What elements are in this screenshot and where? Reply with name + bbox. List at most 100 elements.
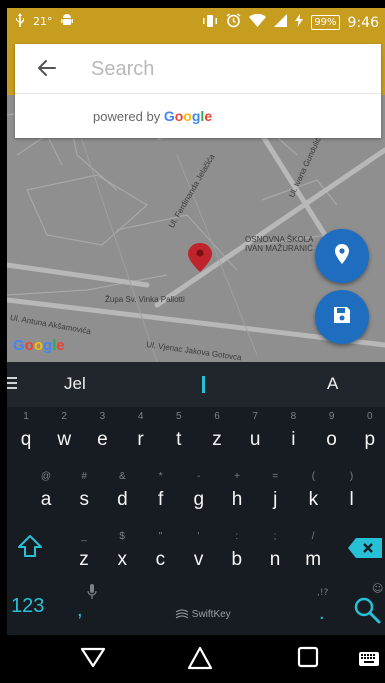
key-char: u [249, 429, 261, 450]
key-char: s [79, 489, 89, 510]
key-x[interactable]: $ x [104, 529, 140, 579]
key-hint: & [119, 471, 126, 482]
swiftkey-keyboard: Jel A 1 q 2 w 3 e 4 r 5 t 6 z 7 u 8 i 9 o 0 p @ a # s & d * f - g + h = j… [7, 362, 385, 635]
nav-keyboard-switch-icon[interactable] [359, 651, 379, 670]
map-poi-label: Župa Sv. Vinka Pallotti [105, 295, 185, 304]
punctuation-hint: ,!? [317, 588, 329, 598]
key-z[interactable]: 6z [199, 409, 235, 459]
key-char: l [349, 489, 354, 510]
powered-by-google: powered by Google [93, 108, 212, 124]
usb-icon [15, 13, 25, 30]
key-o[interactable]: 9o [314, 409, 350, 459]
key-hint: @ [40, 471, 52, 482]
key-hint: _ [81, 531, 87, 542]
key-hint: 0 [367, 411, 373, 422]
key-e[interactable]: 3e [84, 409, 120, 459]
key-p[interactable]: 0p [352, 409, 385, 459]
key-r[interactable]: 4r [123, 409, 159, 459]
key-hint: 9 [328, 411, 335, 422]
emoji-hint-icon: ☺ [372, 582, 384, 595]
suggestion-bar: Jel A [7, 362, 385, 407]
key-d[interactable]: & d [104, 469, 140, 519]
key-hint: 8 [290, 411, 297, 422]
key-char: x [117, 549, 127, 570]
key-w[interactable]: 2w [46, 409, 82, 459]
nav-recent-apps-icon[interactable] [297, 646, 319, 672]
key-c[interactable]: " c [142, 529, 178, 579]
swiftkey-logo-icon [175, 609, 189, 619]
key-hint: 1 [23, 411, 29, 422]
location-fab-button[interactable] [315, 229, 369, 283]
suggestion-left[interactable]: Jel [64, 374, 86, 394]
key-char: f [157, 489, 164, 510]
key-hint: 7 [252, 411, 258, 422]
key-char: g [193, 489, 205, 510]
shift-key-icon[interactable] [17, 533, 43, 559]
numbers-key[interactable]: 123 [11, 595, 44, 618]
key-z[interactable]: _ z [66, 529, 102, 579]
suggestion-right[interactable]: A [327, 374, 338, 394]
keyboard-menu-icon[interactable] [7, 377, 17, 392]
key-char: e [97, 429, 108, 450]
battery-indicator: 99% [311, 15, 340, 30]
key-hint: 3 [99, 411, 106, 422]
key-h[interactable]: + h [219, 469, 255, 519]
key-char: n [269, 549, 281, 570]
key-char: d [117, 489, 128, 510]
back-arrow-icon[interactable] [35, 56, 59, 80]
backspace-key-icon[interactable] [348, 538, 382, 558]
key-n[interactable]: ; n [257, 529, 293, 579]
key-q[interactable]: 1q [8, 409, 44, 459]
key-i[interactable]: 8i [275, 409, 311, 459]
key-hint: / [311, 531, 315, 542]
key-hint: 4 [137, 411, 144, 422]
key-a[interactable]: @ a [28, 469, 64, 519]
key-hint: 2 [61, 411, 67, 422]
keyboard-search-key-icon[interactable] [352, 595, 382, 625]
search-row [15, 44, 381, 94]
nav-back-icon[interactable] [80, 646, 106, 672]
key-hint: ' [197, 531, 200, 542]
navigation-bar [7, 635, 385, 683]
key-j[interactable]: = j [257, 469, 293, 519]
key-char: o [326, 429, 337, 450]
key-char: h [231, 489, 243, 510]
period-key[interactable]: . [319, 602, 325, 625]
key-char: v [193, 549, 204, 570]
comma-key[interactable]: , [77, 599, 83, 622]
key-l[interactable]: ) l [334, 469, 370, 519]
key-k[interactable]: (k [295, 469, 331, 519]
key-v[interactable]: ' v [181, 529, 217, 579]
key-hint: ( [311, 471, 316, 482]
nav-home-icon[interactable] [187, 646, 213, 674]
key-char: z [212, 429, 222, 450]
key-char: a [40, 489, 52, 510]
key-f[interactable]: * f [143, 469, 179, 519]
key-b[interactable]: :b [219, 529, 255, 579]
key-hint: ) [349, 471, 354, 482]
key-m[interactable]: / m [295, 529, 331, 579]
key-char: i [291, 429, 296, 450]
suggestion-center[interactable] [202, 376, 205, 393]
key-t[interactable]: 5t [161, 409, 197, 459]
key-hint: = [272, 471, 279, 482]
key-s[interactable]: # s [66, 469, 102, 519]
key-char: c [155, 549, 166, 570]
google-logo: Google [13, 337, 65, 354]
alarm-icon [226, 13, 241, 32]
save-fab-button[interactable] [315, 290, 369, 344]
search-input[interactable] [91, 54, 361, 84]
key-char: p [364, 429, 376, 450]
android-icon [60, 13, 73, 30]
key-u[interactable]: 7u [237, 409, 273, 459]
microphone-icon[interactable] [87, 584, 97, 600]
key-char: r [137, 429, 144, 450]
key-char: k [308, 489, 319, 510]
key-hint: 5 [176, 411, 182, 422]
clock-time: 9:46 [347, 14, 379, 31]
google-brand-text: Google [163, 108, 213, 124]
key-char: z [79, 549, 89, 570]
key-g[interactable]: -g [181, 469, 217, 519]
key-hint: $ [119, 531, 125, 542]
save-icon [333, 306, 351, 328]
